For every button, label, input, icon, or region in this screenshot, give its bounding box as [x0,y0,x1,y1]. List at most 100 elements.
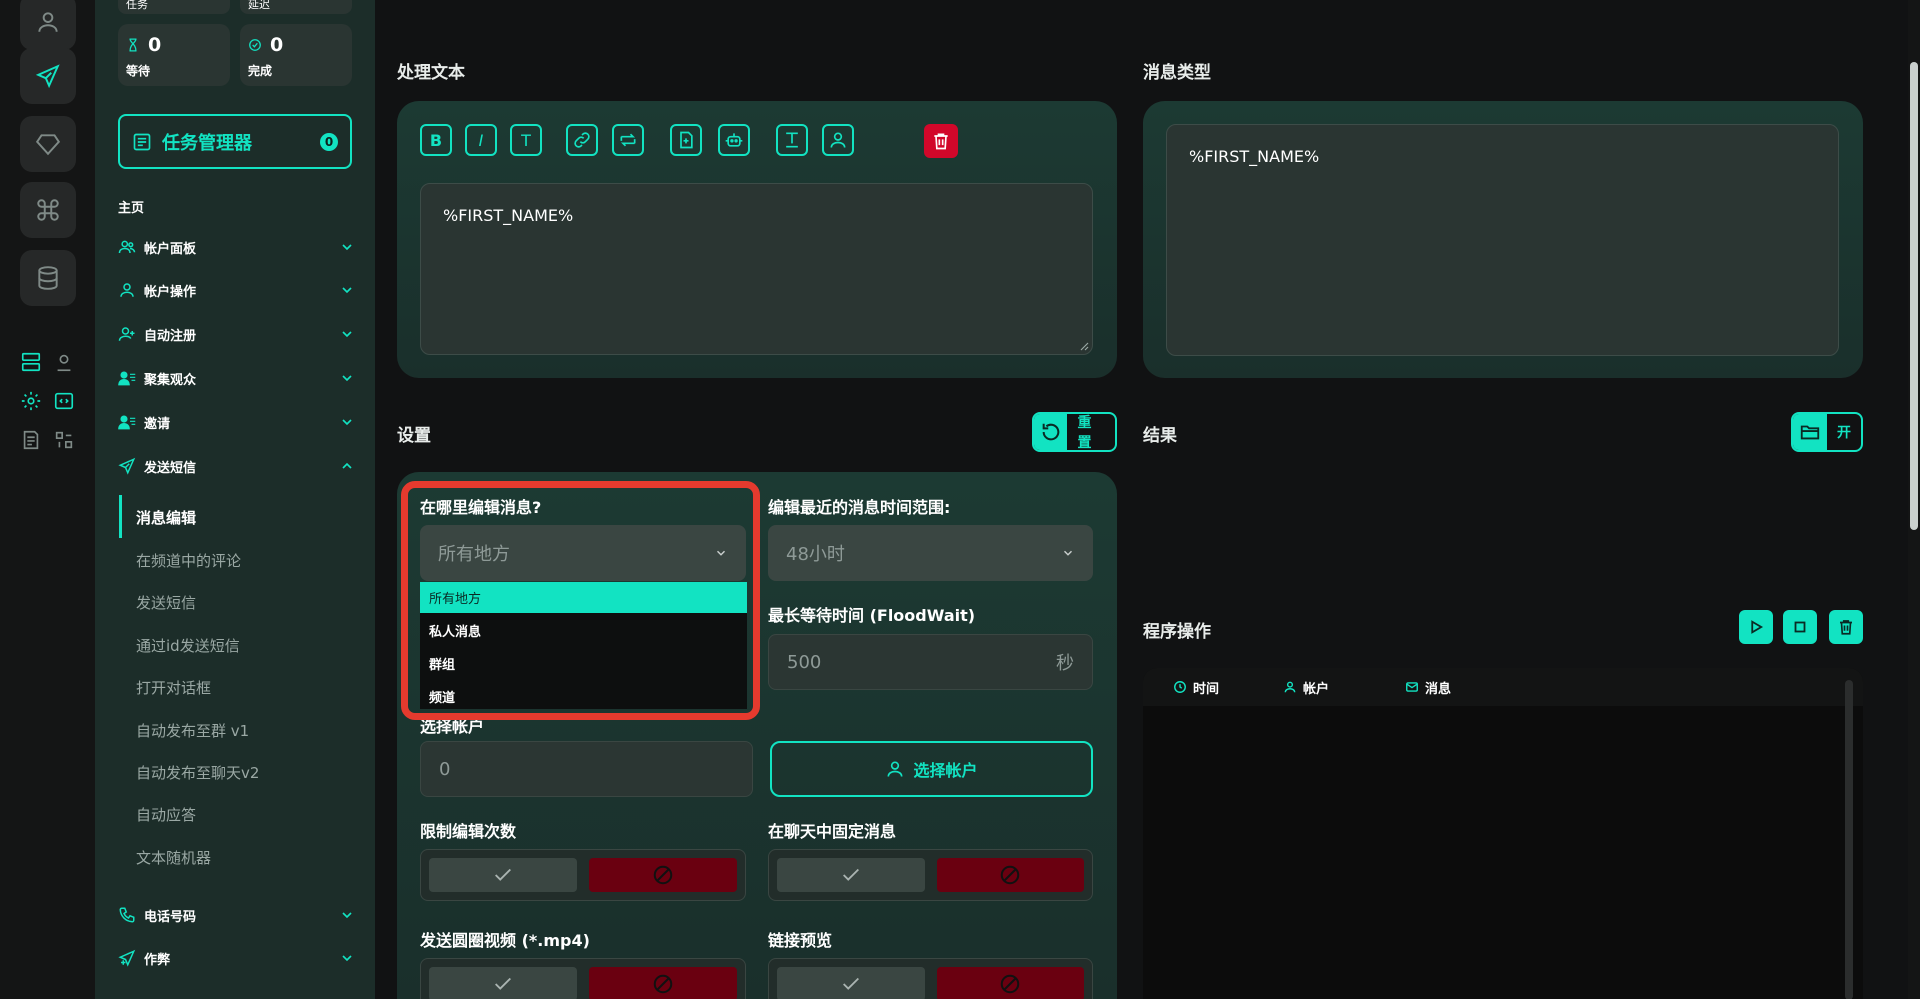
send-icon[interactable] [20,48,76,104]
dropdown-option[interactable]: 频道 [420,681,747,712]
range-label: 编辑最近的消息时间范围: [768,498,951,517]
chevron-down-icon [342,244,352,251]
toggle-no[interactable] [589,967,737,999]
chevron-up-icon [342,462,352,469]
stop-button[interactable] [1783,610,1817,644]
nav-phone-numbers[interactable]: 电话号码 [118,903,355,927]
database-icon[interactable] [20,250,76,306]
toggle-no[interactable] [936,967,1084,999]
location-user-icon[interactable] [52,350,76,374]
preview-toggle[interactable] [768,958,1093,999]
program-label: 程序操作 [1143,622,1211,642]
toggle-no[interactable] [936,858,1084,892]
floodwait-input[interactable]: 500 秒 [768,634,1093,690]
where-dropdown-list: 所有地方 私人消息 群组 频道 [420,582,747,709]
toggle-yes[interactable] [777,858,925,892]
limit-toggle[interactable] [420,849,746,901]
task-list-icon [133,133,151,150]
toggle-yes[interactable] [429,858,577,892]
stop-icon [1794,621,1806,633]
sub-item-edit-message[interactable]: 消息编辑 [136,507,196,528]
link-button[interactable] [566,124,598,156]
settings-gear-icon[interactable] [19,389,43,413]
sub-item-open-dialog[interactable]: 打开对话框 [136,677,211,698]
floodwait-unit: 秒 [1056,653,1074,674]
toggle-no[interactable] [589,858,737,892]
pin-toggle[interactable] [768,849,1093,901]
diamond-icon[interactable] [20,116,76,172]
send-icon [118,457,136,475]
format-button[interactable] [776,124,808,156]
task-manager-button[interactable]: 任务管理器 0 [118,114,352,169]
text-button[interactable]: T [510,124,542,156]
floodwait-label: 最长等待时间 (FloodWait) [768,606,976,625]
open-folder-button[interactable]: 开 [1791,412,1863,452]
clear-log-button[interactable] [1829,610,1863,644]
ban-icon [653,974,673,994]
bot-icon [725,133,743,147]
nav-account-ops[interactable]: 帐户操作 [118,278,355,302]
page-scrollbar[interactable] [1910,62,1918,530]
message-textarea[interactable]: %FIRST_NAME% [420,183,1093,355]
toggle-yes[interactable] [429,967,577,999]
video-toggle[interactable] [420,958,746,999]
reset-button[interactable]: 重置 [1032,412,1117,452]
stat-top-left: 任务 [118,0,230,14]
sub-item-text-randomizer[interactable]: 文本随机器 [136,847,211,868]
log-scrollbar[interactable] [1845,680,1853,999]
command-icon[interactable] [20,182,76,238]
sub-item-send-sms[interactable]: 发送短信 [136,592,196,613]
nav-label: 自动注册 [144,328,197,344]
clock-icon [1174,681,1186,693]
play-button[interactable] [1739,610,1773,644]
text-format-icon [786,132,798,148]
message-type-label: 消息类型 [1143,63,1211,83]
nav-label: 帐户操作 [144,284,197,300]
send-plus-icon [118,949,136,967]
select-accounts-button[interactable]: 选择帐户 [770,741,1093,797]
nav-auto-register[interactable]: 自动注册 [118,322,355,346]
stat-done-label: 完成 [248,64,273,78]
italic-button[interactable]: I [465,124,497,156]
check-icon [495,868,511,881]
mail-icon [1406,682,1418,692]
sub-item-channel-comments[interactable]: 在频道中的评论 [136,550,241,571]
repeat-button[interactable] [612,124,644,156]
dropdown-option[interactable]: 所有地方 [420,582,747,613]
sub-item-autopost-v1[interactable]: 自动发布至群 v1 [136,720,249,741]
check-icon [842,868,859,881]
sidebar: 任务 延迟 0 等待 0 完成 任务管理器 0 主页 帐户面板 帐户操作 自动注… [95,0,375,999]
nav-account-panel[interactable]: 帐户面板 [118,235,355,259]
delete-button[interactable] [924,124,958,158]
nav-gather-audience[interactable]: 聚集观众 [118,366,355,390]
file-add-button[interactable] [670,124,702,156]
dropdown-option[interactable]: 群组 [420,648,747,679]
chevron-down-icon [342,287,352,294]
sub-item-send-by-id[interactable]: 通过id发送短信 [136,635,240,656]
user-insert-button[interactable] [822,124,854,156]
phone-icon [119,907,135,923]
sub-item-autopost-v2[interactable]: 自动发布至聊天v2 [136,762,259,783]
nav-label: 电话号码 [144,909,197,925]
chevron-down-icon [342,955,352,962]
nav-invite[interactable]: 邀请 [118,410,355,434]
server-list-icon[interactable] [19,350,43,374]
stat-done-value: 0 [270,34,284,56]
nav-cheat[interactable]: 作弊 [118,946,355,970]
resize-handle-icon[interactable] [1079,341,1089,351]
code-window-icon[interactable] [52,389,76,413]
count-input[interactable]: 0 [420,741,753,797]
range-select[interactable]: 48小时 [768,525,1093,581]
preview-label: 链接预览 [768,931,833,950]
dropdown-option[interactable]: 私人消息 [420,615,747,646]
grid-icon[interactable] [52,428,76,452]
bot-button[interactable] [718,124,750,156]
check-icon [842,977,859,990]
reset-icon [1042,423,1059,441]
bold-button[interactable]: B [420,124,452,156]
document-icon[interactable] [19,428,43,452]
nav-send-sms[interactable]: 发送短信 [118,454,355,478]
profile-icon[interactable] [20,0,76,50]
sub-item-auto-reply[interactable]: 自动应答 [136,804,196,825]
toggle-yes[interactable] [777,967,925,999]
